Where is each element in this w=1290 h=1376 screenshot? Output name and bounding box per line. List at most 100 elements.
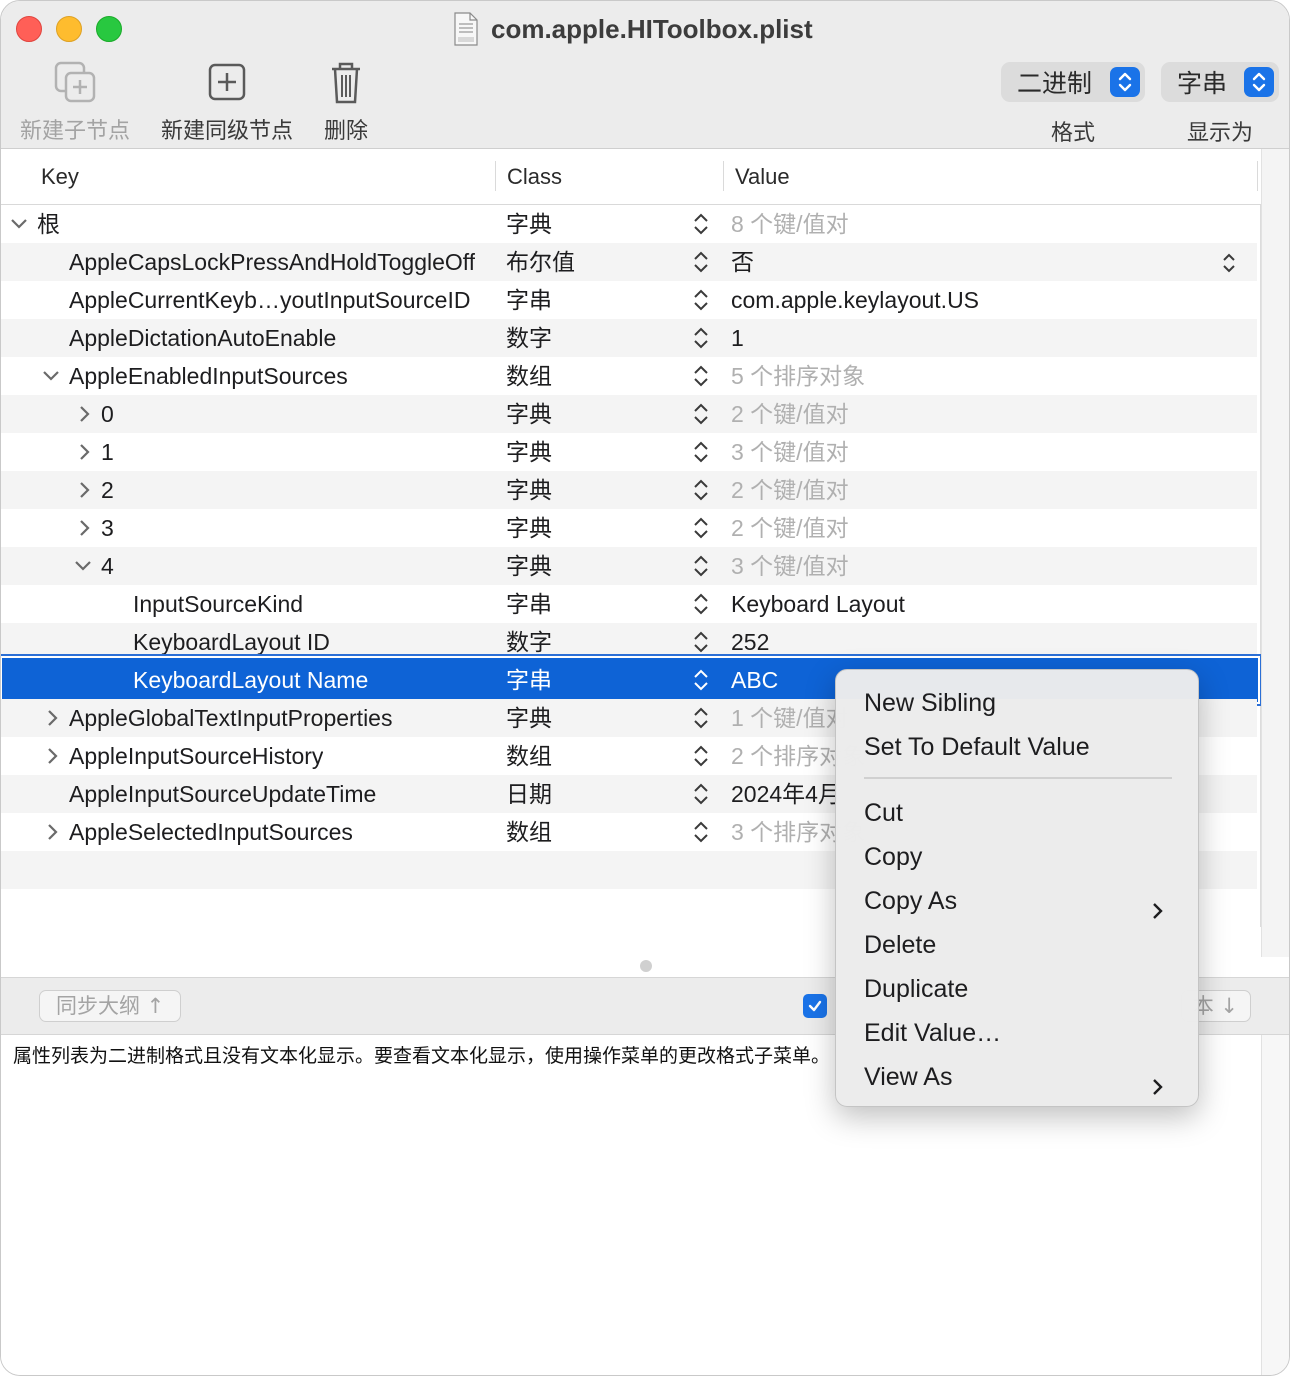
row-key: AppleGlobalTextInputProperties: [69, 705, 393, 731]
row-key: InputSourceKind: [133, 591, 304, 617]
up-down-icon[interactable]: [691, 555, 711, 577]
chevron-down-icon[interactable]: [73, 547, 93, 585]
chevron-right-icon[interactable]: [75, 509, 95, 547]
up-down-icon[interactable]: [691, 479, 711, 501]
row-key: 4: [101, 553, 114, 579]
divider-handle[interactable]: [640, 960, 652, 972]
outline-scrollbar[interactable]: [1261, 149, 1289, 957]
new-child-label: 新建子节点: [19, 119, 130, 144]
column-header-key[interactable]: Key: [41, 149, 79, 205]
table-row[interactable]: 根 字典 8 个键/值对: [1, 205, 1257, 243]
menu-item-view-as[interactable]: View As: [836, 1055, 1198, 1099]
chevron-right-icon[interactable]: [75, 433, 95, 471]
new-child-icon: [52, 59, 98, 105]
table-row[interactable]: AppleCurrentKeyb…youtInputSourceID 字串 co…: [1, 281, 1257, 319]
minimize-window-button[interactable]: [56, 16, 82, 42]
table-row[interactable]: 0 字典 2 个键/值对: [1, 395, 1257, 433]
up-down-icon[interactable]: [691, 365, 711, 387]
column-header-value[interactable]: Value: [735, 149, 790, 205]
table-row[interactable]: 4 字典 3 个键/值对: [1, 547, 1257, 585]
chevron-right-icon[interactable]: [75, 395, 95, 433]
row-class: 字串: [506, 591, 552, 617]
chevron-right-icon[interactable]: [43, 813, 63, 851]
text-view-scrollbar[interactable]: [1261, 1035, 1289, 1375]
up-down-icon[interactable]: [691, 821, 711, 843]
toolbar: com.apple.HIToolbox.plist 新建子节点 新建同级节点 删…: [1, 1, 1289, 149]
row-class: 字典: [506, 705, 552, 731]
row-class: 字典: [506, 439, 552, 465]
menu-item-set-default-value[interactable]: Set To Default Value: [836, 725, 1198, 769]
column-divider[interactable]: [1257, 161, 1258, 191]
up-down-icon[interactable]: [691, 707, 711, 729]
delete-button[interactable]: 删除: [321, 59, 371, 145]
row-class: 数组: [506, 819, 552, 845]
row-key: AppleSelectedInputSources: [69, 819, 353, 845]
menu-item-delete[interactable]: Delete: [836, 923, 1198, 967]
column-divider[interactable]: [723, 161, 724, 191]
new-child-button[interactable]: 新建子节点: [19, 59, 131, 145]
up-down-icon[interactable]: [691, 783, 711, 805]
row-value[interactable]: ABC: [731, 661, 778, 699]
new-sibling-label: 新建同级节点: [160, 119, 293, 144]
table-row[interactable]: InputSourceKind 字串 Keyboard Layout: [1, 585, 1257, 623]
delete-label: 删除: [323, 119, 368, 144]
up-down-icon[interactable]: [691, 213, 711, 235]
up-down-icon[interactable]: [691, 289, 711, 311]
up-down-icon: [1244, 67, 1274, 97]
column-header-class[interactable]: Class: [507, 149, 562, 205]
up-down-icon[interactable]: [691, 327, 711, 349]
up-down-icon[interactable]: [691, 517, 711, 539]
table-row[interactable]: AppleDictationAutoEnable 数字 1: [1, 319, 1257, 357]
chevron-right-icon[interactable]: [75, 471, 95, 509]
row-key: AppleCurrentKeyb…youtInputSourceID: [69, 287, 471, 313]
menu-item-cut[interactable]: Cut: [836, 791, 1198, 835]
chevron-down-icon[interactable]: [41, 357, 61, 395]
display-as-popup[interactable]: 字串: [1161, 62, 1279, 102]
row-key: AppleInputSourceUpdateTime: [69, 781, 377, 807]
row-key: 0: [101, 401, 114, 427]
table-row[interactable]: AppleCapsLockPressAndHoldToggleOff 布尔值 否: [1, 243, 1257, 281]
up-down-icon[interactable]: [1221, 253, 1237, 273]
row-key: 2: [101, 477, 114, 503]
option-checkbox[interactable]: [803, 994, 827, 1018]
table-row[interactable]: KeyboardLayout ID 数字 252: [1, 623, 1257, 661]
menu-item-copy-as[interactable]: Copy As: [836, 879, 1198, 923]
table-row[interactable]: 3 字典 2 个键/值对: [1, 509, 1257, 547]
plist-editor-window: com.apple.HIToolbox.plist 新建子节点 新建同级节点 删…: [0, 0, 1290, 1376]
table-row[interactable]: 2 字典 2 个键/值对: [1, 471, 1257, 509]
up-down-icon[interactable]: [691, 251, 711, 273]
row-class: 字典: [506, 211, 552, 237]
table-row[interactable]: 1 字典 3 个键/值对: [1, 433, 1257, 471]
up-down-icon[interactable]: [691, 745, 711, 767]
menu-item-duplicate[interactable]: Duplicate: [836, 967, 1198, 1011]
table-row[interactable]: AppleEnabledInputSources 数组 5 个排序对象: [1, 357, 1257, 395]
up-down-icon[interactable]: [691, 669, 711, 691]
menu-item-copy[interactable]: Copy: [836, 835, 1198, 879]
new-sibling-button[interactable]: 新建同级节点: [159, 59, 295, 145]
zoom-window-button[interactable]: [96, 16, 122, 42]
trash-icon: [323, 59, 369, 105]
text-view-message: 属性列表为二进制格式且没有文本化显示。要查看文本化显示，使用操作菜单的更改格式子…: [13, 1045, 831, 1067]
up-down-icon[interactable]: [691, 593, 711, 615]
row-class: 数组: [506, 743, 552, 769]
row-value: 否: [731, 249, 754, 275]
format-value: 二进制: [1017, 69, 1093, 98]
menu-item-new-sibling[interactable]: New Sibling: [836, 681, 1198, 725]
sync-outline-button[interactable]: 同步大纲 ↑: [39, 990, 182, 1022]
column-divider[interactable]: [495, 161, 496, 191]
format-popup[interactable]: 二进制: [1001, 62, 1145, 102]
close-window-button[interactable]: [16, 16, 42, 42]
row-class: 字串: [506, 287, 552, 313]
display-as-label: 显示为: [1187, 121, 1254, 146]
chevron-right-icon[interactable]: [43, 737, 63, 775]
chevron-down-icon[interactable]: [9, 205, 29, 243]
chevron-right-icon[interactable]: [43, 699, 63, 737]
up-down-icon[interactable]: [691, 403, 711, 425]
menu-item-edit-value[interactable]: Edit Value…: [836, 1011, 1198, 1055]
up-down-icon[interactable]: [691, 631, 711, 653]
row-value: 2 个键/值对: [731, 477, 849, 503]
window-title: com.apple.HIToolbox.plist: [491, 13, 813, 44]
up-down-icon[interactable]: [691, 441, 711, 463]
row-key: 3: [101, 515, 114, 541]
row-class: 字典: [506, 401, 552, 427]
